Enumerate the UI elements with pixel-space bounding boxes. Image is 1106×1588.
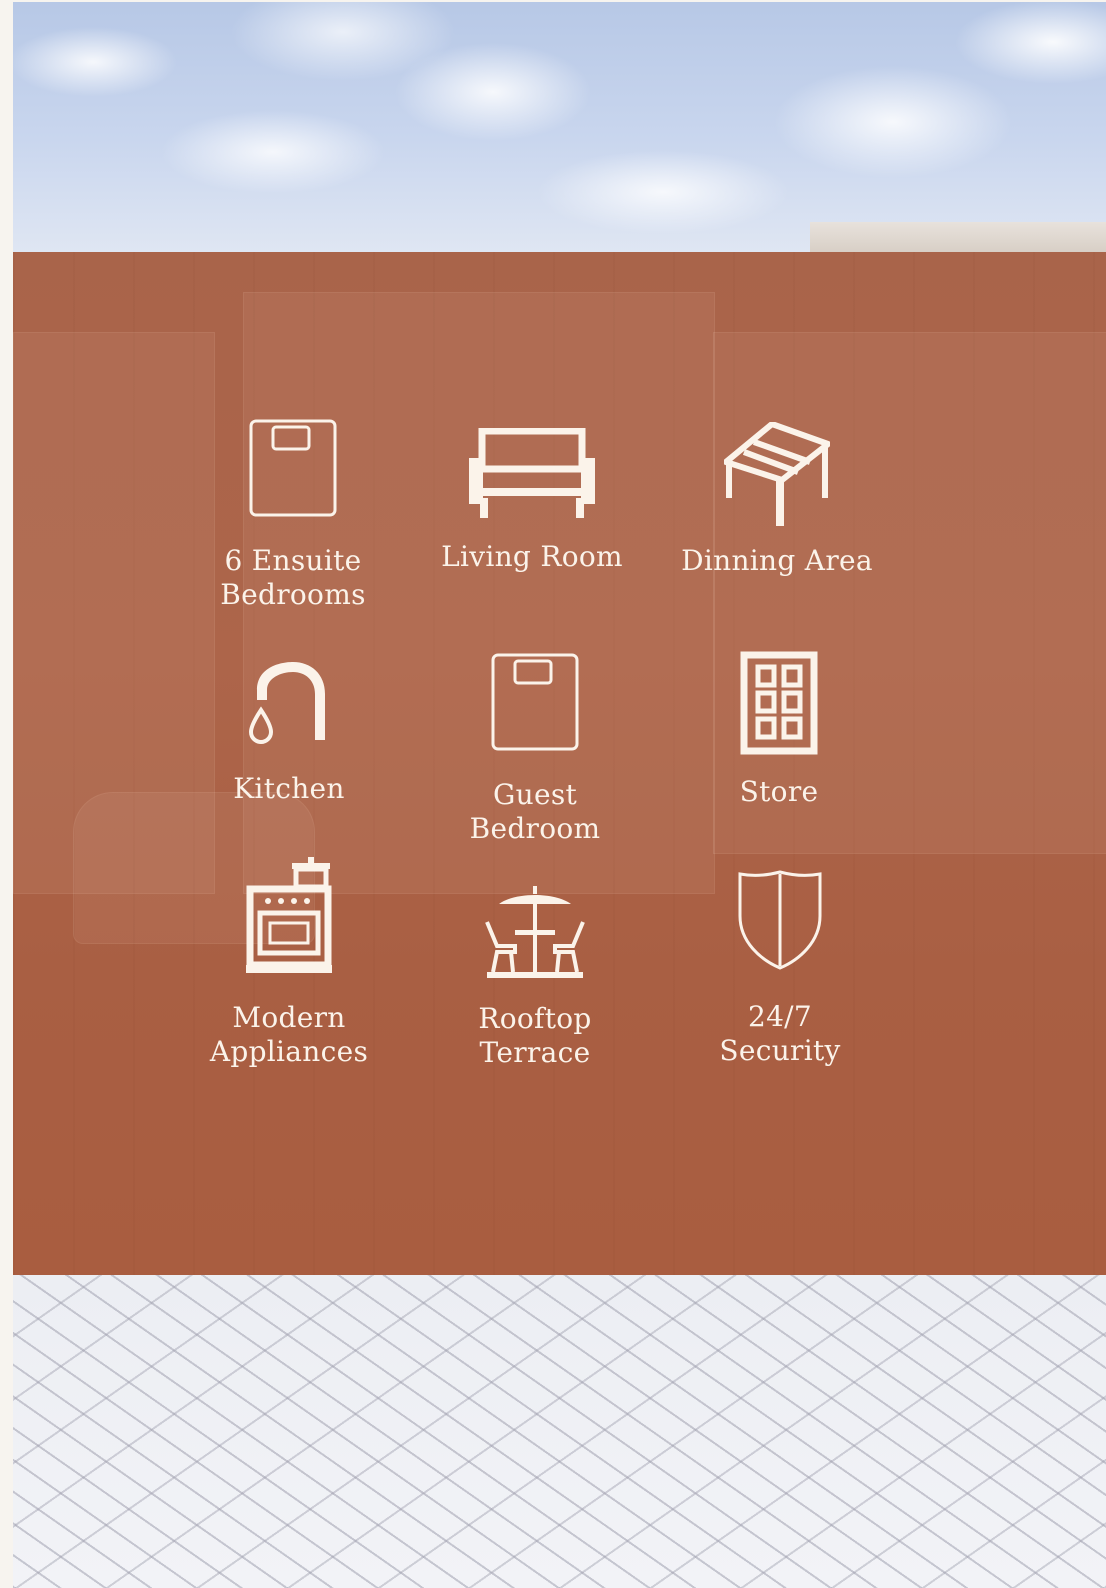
feature-label: Store bbox=[739, 775, 819, 808]
feature-guest-room: Guest Bedroom bbox=[425, 652, 645, 846]
patio-umbrella-icon bbox=[485, 886, 585, 978]
feature-security: 24/7 Security bbox=[670, 870, 890, 1068]
feature-label: Modern Appliances bbox=[209, 1001, 369, 1068]
faucet-icon bbox=[249, 662, 325, 744]
feature-dining: Dinning Area bbox=[667, 422, 887, 578]
paving-photo bbox=[13, 1275, 1106, 1588]
feature-rooftop: Rooftop Terrace bbox=[425, 886, 645, 1070]
feature-label: Guest Bedroom bbox=[469, 778, 601, 845]
sky-photo bbox=[13, 2, 1106, 252]
bed-icon bbox=[249, 419, 337, 517]
feature-label: Dinning Area bbox=[681, 544, 873, 577]
feature-label: 6 Ensuite Bedrooms bbox=[220, 544, 366, 611]
feature-bedrooms: 6 Ensuite Bedrooms bbox=[183, 418, 403, 612]
feature-appliances: Modern Appliances bbox=[179, 855, 399, 1069]
feature-living-room: Living Room bbox=[422, 428, 642, 574]
feature-label: Living Room bbox=[441, 540, 623, 573]
feature-label: 24/7 Security bbox=[719, 1000, 841, 1067]
feature-label: Kitchen bbox=[233, 772, 345, 805]
cabinet-icon bbox=[740, 651, 818, 755]
building-photo-edge bbox=[810, 222, 1106, 252]
table-icon bbox=[724, 422, 830, 526]
bed-icon bbox=[491, 653, 579, 751]
page-margin bbox=[0, 0, 13, 1588]
feature-label: Rooftop Terrace bbox=[478, 1002, 592, 1069]
shield-icon bbox=[738, 870, 822, 970]
stove-icon bbox=[246, 857, 332, 973]
sofa-icon bbox=[469, 428, 595, 518]
feature-kitchen: Kitchen bbox=[179, 660, 399, 806]
brochure-page: 6 Ensuite Bedrooms Living Room Dinning A… bbox=[0, 0, 1106, 1588]
feature-store: Store bbox=[669, 651, 889, 809]
